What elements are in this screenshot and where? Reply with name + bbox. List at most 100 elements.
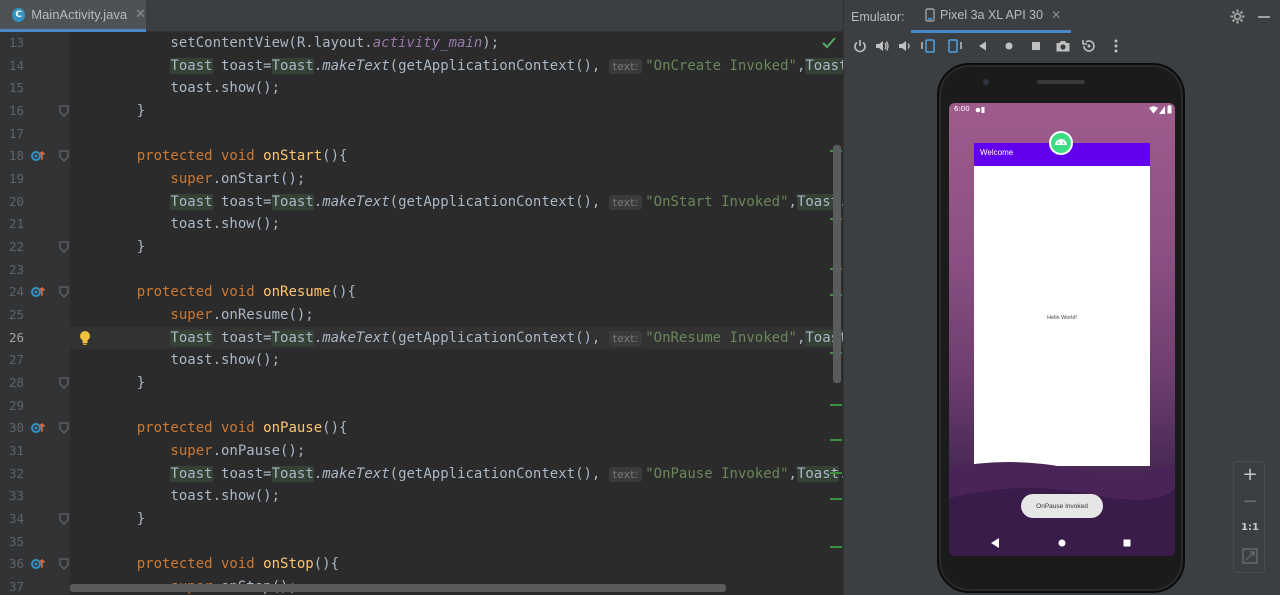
code-line[interactable]: 14 Toast toast=Toast.makeText(getApplica… xyxy=(0,55,843,78)
line-number: 26 xyxy=(8,329,24,345)
code-text: super.onPause(); xyxy=(103,443,306,460)
code-line[interactable]: 23 xyxy=(0,259,843,282)
code-line[interactable]: 13 setContentView(R.layout.activity_main… xyxy=(0,32,843,55)
line-number: 15 xyxy=(8,80,24,96)
code-line[interactable]: 17 xyxy=(0,123,843,146)
code-line[interactable]: 28 } xyxy=(0,372,843,395)
code-text: Toast toast=Toast.makeText(getApplicatio… xyxy=(103,327,843,350)
overrides-method-icon[interactable] xyxy=(30,557,46,571)
back-icon[interactable] xyxy=(975,38,991,54)
battery-icon xyxy=(1167,105,1172,114)
power-icon[interactable] xyxy=(852,38,868,54)
app-title: Welcome xyxy=(980,148,1014,157)
code-line[interactable]: 31 super.onPause(); xyxy=(0,440,843,463)
status-bar: 6:00 xyxy=(949,103,1175,117)
code-line[interactable]: 16 } xyxy=(0,100,843,123)
emulator-header: Emulator: Pixel 3a XL API 30 ✕ xyxy=(844,0,1280,33)
code-line[interactable]: 25 super.onResume(); xyxy=(0,304,843,327)
line-number: 25 xyxy=(8,307,24,323)
code-text: protected void onPause(){ xyxy=(103,420,348,437)
line-number: 36 xyxy=(8,556,24,572)
line-number: 34 xyxy=(8,511,24,527)
device-frame: 6:00 Welcome Hello World! OnPause Invoke… xyxy=(937,63,1185,593)
minimize-icon[interactable] xyxy=(1258,16,1270,18)
overview-icon[interactable] xyxy=(1028,38,1044,54)
code-line[interactable]: 27 toast.show(); xyxy=(0,349,843,372)
nav-back-icon[interactable] xyxy=(990,537,1000,549)
code-line[interactable]: 35 xyxy=(0,531,843,554)
code-line[interactable]: 34 } xyxy=(0,508,843,531)
code-line[interactable]: 15 toast.show(); xyxy=(0,77,843,100)
overrides-method-icon[interactable] xyxy=(30,421,46,435)
vertical-scrollbar[interactable] xyxy=(833,145,841,383)
zoom-out-button[interactable]: − xyxy=(1234,491,1266,512)
code-line[interactable]: 29 xyxy=(0,395,843,418)
close-device-tab-icon[interactable]: ✕ xyxy=(1051,8,1061,22)
earpiece-speaker xyxy=(1037,80,1085,84)
line-number: 33 xyxy=(8,488,24,504)
tab-mainactivity[interactable]: C MainActivity.java ✕ xyxy=(0,0,146,32)
java-class-icon: C xyxy=(12,7,26,22)
code-line[interactable]: 21 toast.show(); xyxy=(0,213,843,236)
code-line[interactable]: 20 Toast toast=Toast.makeText(getApplica… xyxy=(0,191,843,214)
code-line[interactable]: 36 protected void onStop(){ xyxy=(0,553,843,576)
editor-tab-bar: C MainActivity.java ✕ xyxy=(0,0,843,32)
line-number: 30 xyxy=(8,420,24,436)
code-text: } xyxy=(103,511,146,528)
line-number: 37 xyxy=(8,579,24,595)
screenshot-icon[interactable] xyxy=(1055,38,1071,54)
snapshot-icon[interactable] xyxy=(1081,38,1097,54)
fold-marker-icon[interactable] xyxy=(58,558,70,571)
code-line[interactable]: 33 toast.show(); xyxy=(0,485,843,508)
rotate-right-icon[interactable] xyxy=(947,38,963,54)
zoom-in-button[interactable]: + xyxy=(1234,464,1266,485)
code-line[interactable]: 18 protected void onStart(){ xyxy=(0,145,843,168)
code-line[interactable]: 32 Toast toast=Toast.makeText(getApplica… xyxy=(0,463,843,486)
code-line[interactable]: 22 } xyxy=(0,236,843,259)
line-number: 32 xyxy=(8,465,24,481)
overrides-method-icon[interactable] xyxy=(30,285,46,299)
volume-down-icon[interactable] xyxy=(896,38,912,54)
line-number: 18 xyxy=(8,148,24,164)
device-screen[interactable]: 6:00 Welcome Hello World! OnPause Invoke… xyxy=(949,103,1175,556)
tab-pixel-3a-xl[interactable]: Pixel 3a XL API 30 ✕ xyxy=(911,0,1071,33)
sim-icon xyxy=(975,107,985,113)
fold-marker-icon[interactable] xyxy=(58,286,70,299)
code-text: protected void onStop(){ xyxy=(103,556,340,573)
emulator-toolbar xyxy=(844,34,1280,58)
fold-marker-icon[interactable] xyxy=(58,105,70,117)
app-window[interactable]: Welcome Hello World! xyxy=(974,143,1150,466)
rotate-left-icon[interactable] xyxy=(920,38,936,54)
emulator-panel: Emulator: Pixel 3a XL API 30 ✕ 6:00 Welc… xyxy=(843,0,1280,595)
overrides-method-icon[interactable] xyxy=(30,149,46,163)
line-number: 13 xyxy=(8,35,24,50)
fold-marker-icon[interactable] xyxy=(58,513,70,525)
home-icon[interactable] xyxy=(1001,38,1017,54)
zoom-actual-size-button[interactable]: 1:1 xyxy=(1234,522,1266,533)
zoom-fit-icon[interactable] xyxy=(1242,548,1258,564)
fold-marker-icon[interactable] xyxy=(58,422,70,435)
fold-marker-icon[interactable] xyxy=(58,241,70,253)
more-options-icon[interactable] xyxy=(1108,38,1124,54)
lightbulb-icon[interactable] xyxy=(78,330,92,346)
device-icon xyxy=(925,8,935,22)
gear-icon[interactable] xyxy=(1230,9,1245,24)
horizontal-scrollbar[interactable] xyxy=(70,584,726,592)
emulator-label: Emulator: xyxy=(851,9,905,24)
code-line[interactable]: 30 protected void onPause(){ xyxy=(0,417,843,440)
signal-icon xyxy=(1159,106,1165,114)
code-line[interactable]: 26 Toast toast=Toast.makeText(getApplica… xyxy=(0,327,843,350)
code-line[interactable]: 24 protected void onResume(){ xyxy=(0,281,843,304)
fold-marker-icon[interactable] xyxy=(58,150,70,163)
nav-home-icon[interactable] xyxy=(1057,537,1067,549)
code-text: toast.show(); xyxy=(103,352,281,369)
code-text: super.onStart(); xyxy=(103,171,306,188)
line-number: 28 xyxy=(8,375,24,391)
close-tab-icon[interactable]: ✕ xyxy=(135,7,146,22)
volume-up-icon[interactable] xyxy=(874,38,890,54)
code-line[interactable]: 19 super.onStart(); xyxy=(0,168,843,191)
code-text: } xyxy=(103,375,146,392)
nav-overview-icon[interactable] xyxy=(1122,537,1132,549)
code-editor[interactable]: C MainActivity.java ✕ 13 setContentView(… xyxy=(0,0,843,595)
fold-marker-icon[interactable] xyxy=(58,377,70,389)
